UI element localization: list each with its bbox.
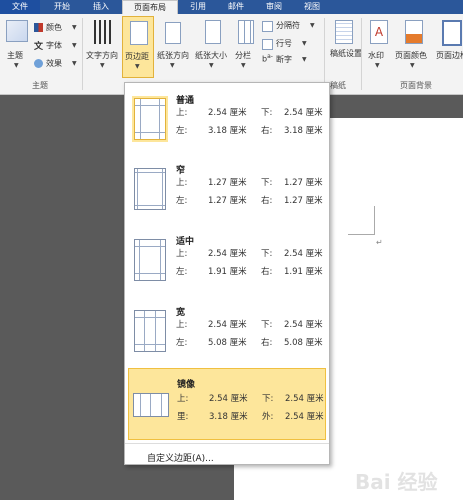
margin-option-moderate[interactable]: 适中 上: 2.54 厘米 下: 2.54 厘米 左: 1.91 厘米 右: 1… (128, 226, 326, 296)
theme-colors-button[interactable]: 颜色 ▼ (34, 22, 80, 34)
orientation-icon (165, 22, 181, 44)
margins-dropdown: 普通 上: 2.54 厘米 下: 2.54 厘米 左: 3.18 厘米 右: 3… (124, 82, 330, 465)
chevron-down-icon: ▼ (72, 24, 77, 31)
margin-option-normal[interactable]: 普通 上: 2.54 厘米 下: 2.54 厘米 左: 3.18 厘米 右: 3… (128, 85, 326, 155)
page-border-icon (442, 20, 462, 46)
tab-references[interactable]: 引用 (180, 0, 216, 14)
watermark-button[interactable]: A 水印 ▼ (364, 18, 392, 74)
margin-preview-icon (134, 310, 166, 352)
hyphenation-button[interactable]: ba- 断字 ▼ (262, 53, 318, 66)
orientation-label: 纸张方向 (157, 51, 189, 60)
breaks-label: 分隔符 (276, 21, 300, 30)
chevron-down-icon: ▼ (72, 60, 77, 67)
color-palette-icon (34, 23, 43, 32)
effects-label: 效果 (46, 59, 62, 68)
tab-insert[interactable]: 插入 (83, 0, 119, 14)
theme-effects-button[interactable]: 效果 ▼ (34, 58, 80, 70)
themes-label: 主题 (7, 51, 23, 60)
menu-divider (125, 443, 329, 444)
margin-option-name: 普通 (176, 96, 195, 106)
breaks-icon (262, 21, 273, 32)
margin-option-name: 适中 (176, 237, 195, 247)
chevron-down-icon: ▼ (209, 62, 214, 69)
chevron-down-icon: ▼ (302, 56, 307, 63)
draft-setup-label: 稿纸设置 (330, 49, 362, 58)
draft-paper-icon (335, 20, 353, 44)
columns-button[interactable]: 分栏 ▼ (232, 18, 258, 74)
line-numbers-button[interactable]: 行号 ▼ (262, 38, 318, 50)
chevron-down-icon: ▼ (302, 40, 307, 47)
hyphenation-label: 断字 (276, 55, 292, 64)
tab-view[interactable]: 视图 (294, 0, 330, 14)
draft-group-title: 稿纸 (330, 81, 346, 90)
text-direction-button[interactable]: 文字方向 ▼ (84, 18, 122, 74)
chevron-down-icon: ▼ (410, 62, 415, 69)
margins-button[interactable]: 页边距 ▼ (122, 16, 154, 78)
chevron-down-icon: ▼ (135, 63, 140, 70)
effects-icon (34, 59, 43, 68)
chevron-down-icon: ▼ (375, 62, 380, 69)
margin-preview-icon (134, 239, 166, 281)
page-border-label: 页面边框 (436, 51, 463, 60)
chevron-down-icon: ▼ (310, 22, 315, 29)
fonts-icon: 文 (34, 42, 44, 52)
crop-mark (348, 234, 375, 235)
chevron-down-icon: ▼ (241, 62, 246, 69)
line-numbers-label: 行号 (276, 39, 292, 48)
page-color-icon (405, 20, 423, 44)
custom-margins-menu-item[interactable]: 自定义边距(A)... (147, 451, 214, 464)
themes-button[interactable]: 主题 ▼ (3, 18, 33, 70)
watermark-label: 水印 (368, 51, 384, 60)
text-direction-icon (94, 20, 112, 44)
breaks-button[interactable]: 分隔符 ▼ (262, 20, 318, 32)
ribbon-tab-bar: 文件 开始 插入 页面布局 引用 邮件 审阅 视图 (0, 0, 463, 15)
background-group-title: 页面背景 (400, 81, 432, 90)
margins-label: 页边距 (125, 52, 149, 61)
page-color-label: 页面颜色 (395, 51, 427, 60)
tab-file[interactable]: 文件 (0, 0, 40, 14)
page-border-button[interactable]: 页面边框 (434, 18, 463, 74)
colors-label: 颜色 (46, 23, 62, 32)
margin-option-wide[interactable]: 宽 上: 2.54 厘米 下: 2.54 厘米 左: 5.08 厘米 右: 5.… (128, 297, 326, 367)
chevron-down-icon: ▼ (14, 62, 19, 69)
orientation-button[interactable]: 纸张方向 ▼ (155, 18, 191, 74)
group-separator (361, 18, 362, 90)
themes-icon (6, 20, 28, 42)
chevron-down-icon: ▼ (170, 62, 175, 69)
chevron-down-icon: ▼ (100, 62, 105, 69)
margin-preview-icon (134, 168, 166, 210)
watermark-logo: Bai 经验 (355, 470, 438, 494)
line-numbers-icon (262, 39, 273, 50)
page-size-icon (205, 20, 221, 44)
tab-page-layout[interactable]: 页面布局 (122, 0, 178, 15)
size-button[interactable]: 纸张大小 ▼ (193, 18, 231, 74)
chevron-down-icon: ▼ (72, 42, 77, 49)
columns-label: 分栏 (235, 51, 251, 60)
group-separator (324, 18, 325, 90)
theme-fonts-button[interactable]: 文 字体 ▼ (34, 40, 80, 52)
margins-icon (130, 21, 148, 45)
text-direction-label: 文字方向 (86, 51, 118, 60)
columns-icon (238, 20, 254, 44)
tab-mailings[interactable]: 邮件 (218, 0, 254, 14)
margin-option-narrow[interactable]: 窄 上: 1.27 厘米 下: 1.27 厘米 左: 1.27 厘米 右: 1.… (128, 155, 326, 225)
watermark-icon: A (370, 20, 388, 44)
margin-preview-icon (133, 393, 169, 417)
hyphenation-icon: ba- (262, 53, 273, 64)
crop-mark (374, 206, 375, 234)
tab-home[interactable]: 开始 (44, 0, 80, 14)
margin-option-mirrored[interactable]: 镜像 上: 2.54 厘米 下: 2.54 厘米 里: 3.18 厘米 外: 2… (128, 368, 326, 440)
margin-option-name: 镜像 (177, 380, 196, 390)
margin-option-name: 窄 (176, 166, 186, 176)
tab-review[interactable]: 审阅 (256, 0, 292, 14)
page-color-button[interactable]: 页面颜色 ▼ (393, 18, 433, 74)
size-label: 纸张大小 (195, 51, 227, 60)
group-separator (82, 18, 83, 90)
margin-option-name: 宽 (176, 308, 186, 318)
draft-paper-setup-button[interactable]: 稿纸设置 (327, 18, 362, 74)
themes-group-title: 主题 (32, 81, 48, 90)
fonts-label: 字体 (46, 41, 62, 50)
margin-preview-icon (134, 98, 166, 140)
paragraph-mark-icon: ↵ (376, 238, 383, 247)
